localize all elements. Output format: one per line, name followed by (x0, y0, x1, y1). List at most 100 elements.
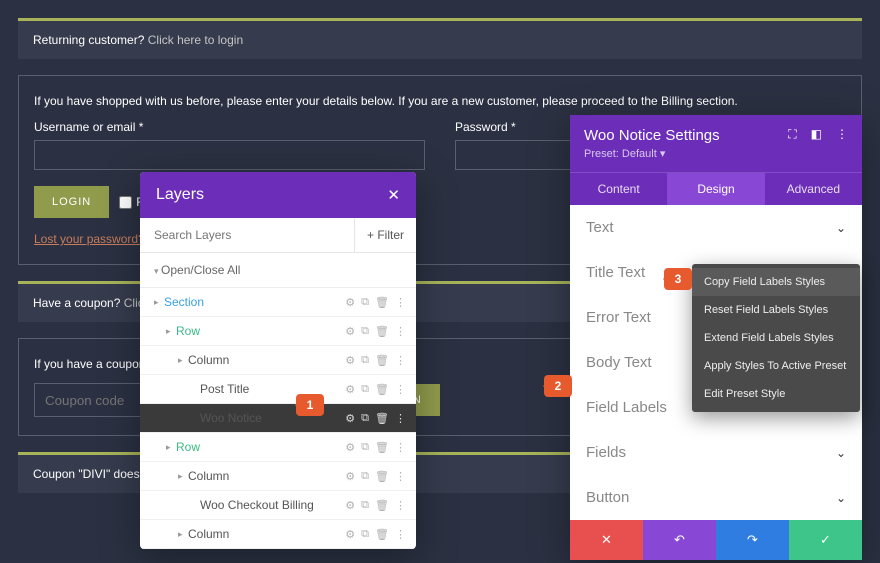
gear-icon[interactable]: ⚙ (345, 383, 355, 396)
more-icon[interactable]: ⋮ (395, 499, 406, 512)
redo-button[interactable]: ↷ (716, 520, 789, 560)
layer-item[interactable]: Post Title⚙⧉🗑⋮ (140, 375, 416, 404)
username-label: Username or email * (34, 120, 425, 134)
cancel-button[interactable]: ✕ (570, 520, 643, 560)
duplicate-icon[interactable]: ⧉ (361, 354, 369, 367)
duplicate-icon[interactable]: ⧉ (361, 441, 369, 454)
username-input[interactable] (34, 140, 425, 170)
settings-panel-header: Woo Notice Settings Preset: Default ▾ ⛶ … (570, 115, 862, 172)
layers-panel: Layers ✕ + Filter ▾ Open/Close All ▸Sect… (140, 172, 416, 549)
layer-label: Row (176, 440, 345, 454)
settings-tabs: ContentDesignAdvanced (570, 172, 862, 205)
section-text[interactable]: Text⌄ (570, 205, 862, 250)
callout-badge-2: 2 (544, 375, 572, 397)
layers-search-row: + Filter (140, 218, 416, 253)
preset-selector[interactable]: Preset: Default ▾ (584, 147, 720, 160)
duplicate-icon[interactable]: ⧉ (361, 470, 369, 483)
tab-advanced[interactable]: Advanced (765, 173, 862, 205)
more-icon[interactable]: ⋮ (395, 383, 406, 396)
trash-icon[interactable]: 🗑 (375, 325, 389, 338)
gear-icon[interactable]: ⚙ (345, 470, 355, 483)
chevron-down-icon: ⌄ (836, 446, 846, 460)
duplicate-icon[interactable]: ⧉ (361, 499, 369, 512)
gear-icon[interactable]: ⚙ (345, 412, 355, 425)
gear-icon[interactable]: ⚙ (345, 499, 355, 512)
close-icon[interactable]: ✕ (387, 186, 400, 204)
section-button[interactable]: Button⌄ (570, 475, 862, 520)
layer-item[interactable]: ▸Column⚙⧉🗑⋮ (140, 520, 416, 549)
returning-customer-notice: Returning customer? Click here to login (18, 18, 862, 59)
caret-icon: ▸ (178, 355, 188, 366)
more-icon[interactable]: ⋮ (836, 127, 848, 142)
save-button[interactable]: ✓ (789, 520, 862, 560)
gear-icon[interactable]: ⚙ (345, 296, 355, 309)
gear-icon[interactable]: ⚙ (345, 325, 355, 338)
layer-item[interactable]: ▸Row⚙⧉🗑⋮ (140, 433, 416, 462)
returning-text: Returning customer? (33, 33, 148, 47)
section-label: Error Text (586, 309, 651, 326)
callout-badge-3: 3 (664, 268, 692, 290)
expand-icon[interactable]: ◧ (811, 127, 822, 142)
trash-icon[interactable]: 🗑 (375, 354, 389, 367)
undo-button[interactable]: ↶ (643, 520, 716, 560)
returning-login-link[interactable]: Click here to login (148, 33, 243, 47)
section-label: Fields (586, 444, 626, 461)
tab-design[interactable]: Design (667, 173, 764, 205)
trash-icon[interactable]: 🗑 (375, 499, 389, 512)
layers-search-input[interactable] (140, 218, 354, 252)
context-menu-item[interactable]: Copy Field Labels Styles (692, 268, 860, 296)
more-icon[interactable]: ⋮ (395, 354, 406, 367)
context-menu-item[interactable]: Edit Preset Style (692, 380, 860, 408)
section-fields[interactable]: Fields ⌄ (570, 430, 862, 475)
gear-icon[interactable]: ⚙ (345, 528, 355, 541)
drag-icon[interactable]: ⛶ (788, 127, 796, 142)
more-icon[interactable]: ⋮ (395, 528, 406, 541)
layers-filter-button[interactable]: + Filter (354, 218, 416, 252)
more-icon[interactable]: ⋮ (395, 470, 406, 483)
more-icon[interactable]: ⋮ (395, 325, 406, 338)
gear-icon[interactable]: ⚙ (345, 441, 355, 454)
layer-item[interactable]: ▸Section⚙⧉🗑⋮ (140, 288, 416, 317)
duplicate-icon[interactable]: ⧉ (361, 412, 369, 425)
duplicate-icon[interactable]: ⧉ (361, 325, 369, 338)
layers-title: Layers (156, 186, 204, 204)
trash-icon[interactable]: 🗑 (375, 470, 389, 483)
layer-item[interactable]: ▸Row⚙⧉🗑⋮ (140, 317, 416, 346)
layer-label: Woo Checkout Billing (200, 498, 345, 512)
layer-item[interactable]: Woo Notice⚙⧉🗑⋮ (140, 404, 416, 433)
trash-icon[interactable]: 🗑 (375, 383, 389, 396)
layers-list: ▸Section⚙⧉🗑⋮▸Row⚙⧉🗑⋮▸Column⚙⧉🗑⋮Post Titl… (140, 288, 416, 549)
context-menu-item[interactable]: Extend Field Labels Styles (692, 324, 860, 352)
layer-item[interactable]: ▸Column⚙ ⧉ 🗑 ⋮ (140, 462, 416, 491)
layer-label: Column (188, 353, 345, 367)
gear-icon[interactable]: ⚙ (345, 354, 355, 367)
duplicate-icon[interactable]: ⧉ (361, 383, 369, 396)
login-intro-text: If you have shopped with us before, plea… (34, 94, 846, 108)
caret-icon: ▸ (154, 297, 164, 308)
trash-icon[interactable]: 🗑 (375, 412, 389, 425)
layer-item[interactable]: Woo Checkout Billing⚙ ⧉ 🗑 ⋮ (140, 491, 416, 520)
layer-item[interactable]: ▸Column⚙ ⧉ 🗑 ⋮ (140, 346, 416, 375)
trash-icon[interactable]: 🗑 (375, 441, 389, 454)
duplicate-icon[interactable]: ⧉ (361, 296, 369, 309)
trash-icon[interactable]: 🗑 (375, 296, 389, 309)
remember-me-checkbox[interactable] (119, 196, 132, 209)
layers-panel-header: Layers ✕ (140, 172, 416, 218)
duplicate-icon[interactable]: ⧉ (361, 528, 369, 541)
more-icon[interactable]: ⋮ (395, 412, 406, 425)
context-menu-item[interactable]: Reset Field Labels Styles (692, 296, 860, 324)
trash-icon[interactable]: 🗑 (375, 528, 389, 541)
more-icon[interactable]: ⋮ (395, 441, 406, 454)
caret-icon: ▸ (178, 471, 188, 482)
more-icon[interactable]: ⋮ (395, 296, 406, 309)
chevron-down-icon: ⌄ (836, 491, 846, 505)
layer-label: Column (188, 469, 345, 483)
caret-icon: ▸ (178, 529, 188, 540)
tab-content[interactable]: Content (570, 173, 667, 205)
login-button[interactable]: LOGIN (34, 186, 109, 218)
caret-icon: ▸ (166, 326, 176, 337)
layers-open-close-all[interactable]: ▾ Open/Close All (140, 253, 416, 288)
context-menu-item[interactable]: Apply Styles To Active Preset (692, 352, 860, 380)
section-label: Title Text (586, 264, 645, 281)
section-label: Body Text (586, 354, 652, 371)
